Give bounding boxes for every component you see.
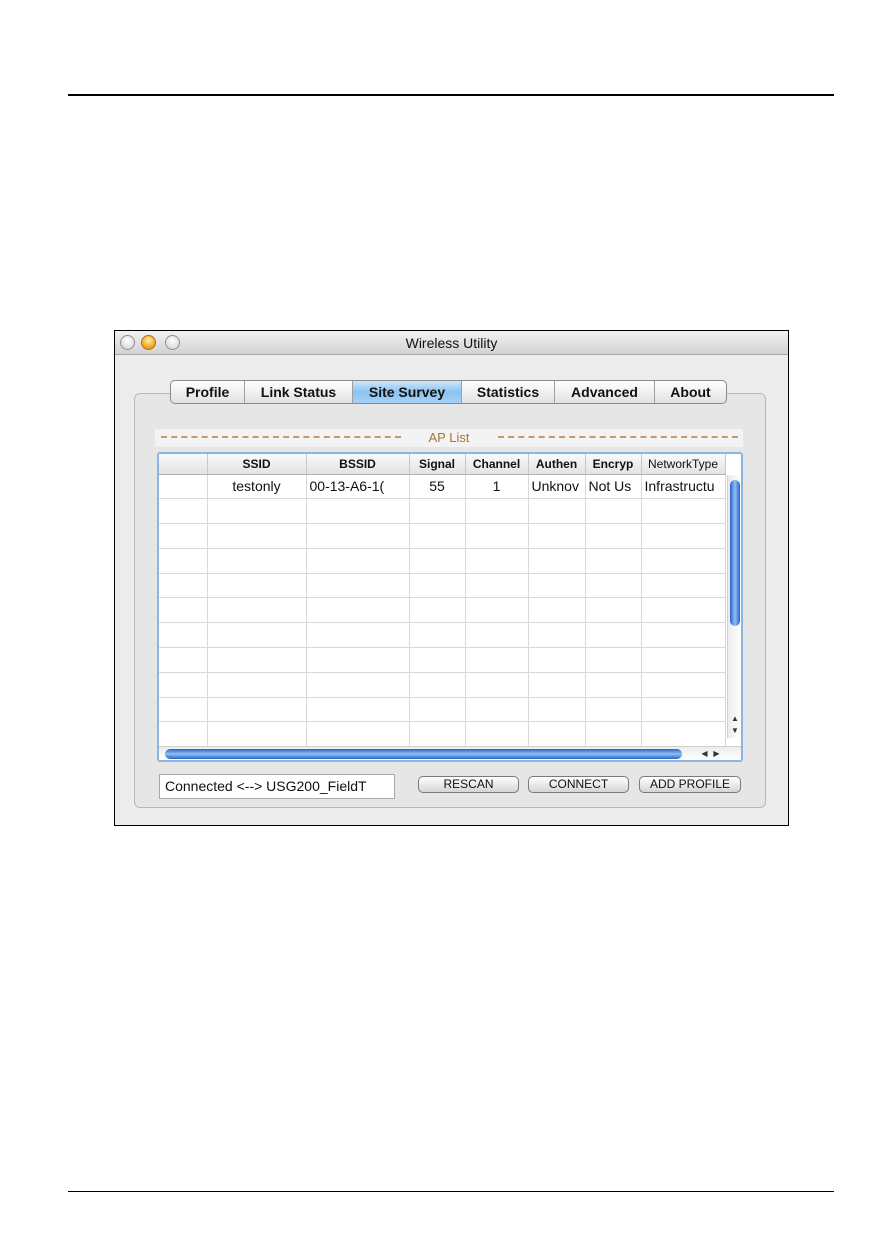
- column-header-signal[interactable]: Signal: [409, 454, 466, 475]
- page-footer-rule: [68, 1191, 834, 1192]
- tab-statistics[interactable]: Statistics: [462, 381, 555, 403]
- column-header-channel[interactable]: Channel: [465, 454, 529, 475]
- tab-advanced[interactable]: Advanced: [555, 381, 655, 403]
- table-row-empty[interactable]: [159, 548, 726, 574]
- scroll-right-arrow-icon[interactable]: ▶: [711, 748, 722, 760]
- cell-networktype: Infrastructu: [641, 474, 726, 500]
- column-header-networktype[interactable]: NetworkType: [641, 454, 726, 475]
- column-header-select[interactable]: [159, 454, 208, 475]
- rescan-button[interactable]: RESCAN: [418, 776, 519, 793]
- tab-bar: Profile Link Status Site Survey Statisti…: [170, 380, 727, 404]
- table-row-empty[interactable]: [159, 573, 726, 599]
- table-row-empty[interactable]: [159, 523, 726, 549]
- table-row-empty[interactable]: [159, 672, 726, 698]
- cell-select: [159, 474, 208, 500]
- cell-encryp: Not Us: [585, 474, 642, 500]
- tab-link-status[interactable]: Link Status: [245, 381, 353, 403]
- column-header-encryp[interactable]: Encryp: [585, 454, 642, 475]
- horizontal-scrollbar[interactable]: ◀ ▶: [159, 746, 741, 760]
- page-header-rule: [68, 94, 834, 96]
- scroll-left-arrow-icon[interactable]: ◀: [699, 748, 710, 760]
- table-row-empty[interactable]: [159, 721, 726, 748]
- vertical-scroll-thumb[interactable]: [730, 480, 740, 626]
- table-row-empty[interactable]: [159, 597, 726, 624]
- cell-ssid: testonly: [207, 474, 307, 500]
- add-profile-button[interactable]: ADD PROFILE: [639, 776, 741, 793]
- scroll-up-arrow-icon[interactable]: ▲: [729, 713, 741, 724]
- cell-channel: 1: [465, 474, 529, 500]
- ap-list-table[interactable]: SSID BSSID Signal Channel Authen Encryp …: [157, 452, 743, 762]
- horizontal-scroll-thumb[interactable]: [165, 749, 682, 759]
- table-row[interactable]: testonly 00-13-A6-1( 55 1 Unknov Not Us …: [159, 474, 726, 500]
- cell-signal: 55: [409, 474, 466, 500]
- vertical-scrollbar[interactable]: ▲ ▼: [727, 475, 741, 738]
- scroll-down-arrow-icon[interactable]: ▼: [729, 725, 741, 736]
- table-row-empty[interactable]: [159, 622, 726, 649]
- tab-about[interactable]: About: [655, 381, 726, 403]
- cell-bssid: 00-13-A6-1(: [306, 474, 410, 500]
- title-bar[interactable]: Wireless Utility: [115, 331, 788, 355]
- table-row-empty[interactable]: [159, 647, 726, 673]
- cell-authen: Unknov: [528, 474, 586, 500]
- wireless-utility-window: Wireless Utility Profile Link Status Sit…: [114, 330, 789, 826]
- column-header-ssid[interactable]: SSID: [207, 454, 307, 475]
- ap-list-header: AP List: [155, 429, 743, 447]
- table-header-row: SSID BSSID Signal Channel Authen Encryp …: [159, 454, 726, 475]
- column-header-bssid[interactable]: BSSID: [306, 454, 410, 475]
- tab-profile[interactable]: Profile: [171, 381, 245, 403]
- connection-status-field: Connected <--> USG200_FieldT: [159, 774, 395, 799]
- tab-site-survey[interactable]: Site Survey: [353, 381, 462, 403]
- window-title: Wireless Utility: [405, 335, 498, 351]
- table-row-empty[interactable]: [159, 697, 726, 723]
- ap-list-title: AP List: [424, 430, 474, 445]
- column-header-authen[interactable]: Authen: [528, 454, 586, 475]
- table-row-empty[interactable]: [159, 498, 726, 525]
- connect-button[interactable]: CONNECT: [528, 776, 629, 793]
